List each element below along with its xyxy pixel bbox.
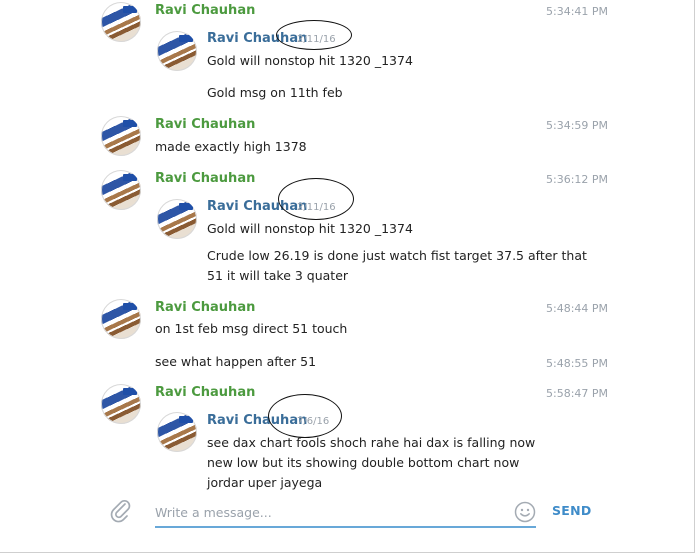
message-sender[interactable]: Ravi Chauhan <box>155 3 255 18</box>
hand-drawn-circle <box>278 178 354 220</box>
avatar[interactable] <box>101 2 141 42</box>
message-text: see dax chart fools shoch rahe hai dax i… <box>207 435 536 490</box>
message-time: 5:48:44 PM <box>546 302 609 315</box>
avatar[interactable] <box>101 170 141 210</box>
message-sender[interactable]: Ravi Chauhan <box>155 385 255 400</box>
hand-drawn-circle <box>276 20 352 50</box>
avatar[interactable] <box>101 299 141 339</box>
send-button[interactable]: SEND <box>552 503 592 518</box>
message-sender[interactable]: Ravi Chauhan <box>155 117 255 132</box>
message-text: on 1st feb msg direct 51 touch <box>155 321 348 336</box>
forwarded-avatar[interactable] <box>157 412 197 452</box>
message-text: Crude low 26.19 is done just watch fist … <box>207 248 587 283</box>
message-input[interactable] <box>155 502 495 522</box>
message-time: 5:58:47 PM <box>546 387 609 400</box>
input-underline <box>155 526 536 528</box>
message-text: see what happen after 51 <box>155 354 317 369</box>
paperclip-icon[interactable] <box>108 498 134 524</box>
message-time: 5:48:55 PM <box>546 357 609 370</box>
message-text: made exactly high 1378 <box>155 139 307 154</box>
forwarded-avatar[interactable] <box>157 199 197 239</box>
message-time: 5:36:12 PM <box>546 173 609 186</box>
hand-drawn-circle <box>268 394 342 438</box>
message-sender[interactable]: Ravi Chauhan <box>155 171 255 186</box>
chat-window: Ravi Chauhan 5:34:41 PM Ravi Chauhan 2/1… <box>0 0 695 553</box>
smiley-icon[interactable] <box>514 501 536 523</box>
message-text: Gold msg on 11th feb <box>207 85 343 100</box>
message-time: 5:34:41 PM <box>546 5 609 18</box>
avatar[interactable] <box>101 384 141 424</box>
message-text: Gold will nonstop hit 1320 _1374 <box>207 221 413 236</box>
message-sender[interactable]: Ravi Chauhan <box>155 300 255 315</box>
message-time: 5:34:59 PM <box>546 119 609 132</box>
forwarded-avatar[interactable] <box>157 31 197 71</box>
message-text: Gold will nonstop hit 1320 _1374 <box>207 53 413 68</box>
avatar[interactable] <box>101 116 141 156</box>
